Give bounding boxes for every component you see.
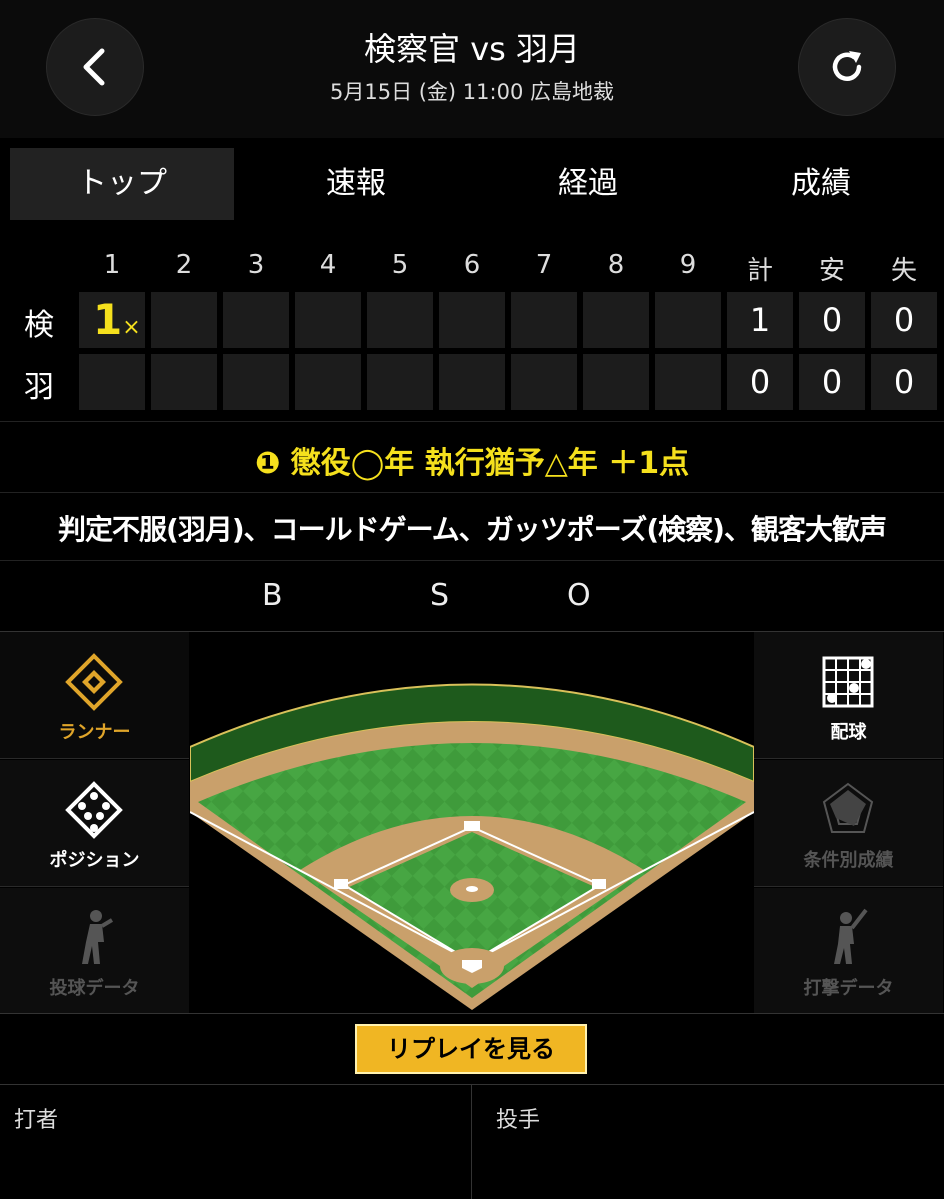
position-diamond-icon [65, 781, 123, 839]
tab-progress[interactable]: 経過 [478, 148, 698, 220]
inning-score [295, 292, 361, 348]
total-runs-header: 計 [746, 256, 773, 286]
tab-live[interactable]: 速報 [244, 148, 468, 220]
inning-header: 9 [679, 250, 697, 280]
errors-header: 失 [890, 256, 917, 286]
play-result: ❶ 懲役◯年 執行猶予△年 ＋1点 [0, 438, 944, 482]
inning-score [511, 354, 577, 410]
runner-button[interactable]: ランナー [0, 632, 189, 759]
total-runs: 0 [727, 354, 793, 410]
batter-silhouette-icon [834, 908, 868, 964]
inning-score [295, 354, 361, 410]
divider [471, 1084, 472, 1199]
total-hits: 0 [799, 354, 865, 410]
inning-header: 6 [463, 250, 481, 280]
result-text: 懲役◯年 執行猶予△年 ＋1点 [290, 446, 690, 481]
pitch-chart-button[interactable]: 配球 [754, 632, 943, 759]
count-row [0, 561, 944, 632]
inning-score [511, 292, 577, 348]
inning-score [223, 292, 289, 348]
inning-score [367, 292, 433, 348]
pitch-chart-label: 配球 [830, 722, 867, 743]
split-stats-button[interactable]: 条件別成績 [754, 760, 943, 887]
pitcher-silhouette-icon [82, 910, 114, 964]
team-name: 検 [24, 308, 54, 343]
inning-header: 5 [391, 250, 409, 280]
position-label: ポジション [49, 850, 140, 871]
inning-header: 1 [103, 250, 121, 280]
baseball-field [190, 632, 754, 1012]
total-runs: 1 [727, 292, 793, 348]
runner-label: ランナー [58, 722, 131, 743]
total-hits: 0 [799, 292, 865, 348]
inning-header: 8 [607, 250, 625, 280]
inning-header: 2 [175, 250, 193, 280]
game-datetime: 5月15日 (金) 11:00 広島地裁 [329, 80, 614, 104]
inning-score [439, 354, 505, 410]
batter-label: 打者 [14, 1108, 59, 1133]
inning-header: 3 [247, 250, 265, 280]
watch-replay-button[interactable]: リプレイを見る [355, 1024, 587, 1074]
walkoff-mark: × [122, 315, 141, 340]
result-badge: ❶ [254, 446, 281, 481]
play-detail: 判定不服(羽月)、コールドゲーム、ガッツポーズ(検察)、観客大歓声 [58, 513, 887, 546]
inning-score [439, 292, 505, 348]
inning-score [151, 354, 217, 410]
radar-chart-icon [822, 782, 874, 833]
position-button[interactable]: ポジション [0, 760, 189, 887]
pitching-data-label: 投球データ [49, 978, 140, 999]
inning-score [151, 292, 217, 348]
batting-data-button[interactable]: 打撃データ [754, 888, 943, 1015]
inning-score [367, 354, 433, 410]
strike-count-label: S [430, 578, 450, 613]
ball-count-label: B [262, 578, 283, 613]
game-title: 検察官 vs 羽月 [364, 30, 580, 68]
inning-score [655, 354, 721, 410]
total-errors: 0 [871, 292, 937, 348]
inning-score-value: 1 [93, 295, 123, 344]
pitcher-label: 投手 [496, 1108, 541, 1133]
tab-bar: トップ 速報 経過 成績 [0, 138, 944, 230]
out-count-label: O [567, 578, 591, 613]
inning-score: 1× [79, 292, 145, 348]
inning-score [655, 292, 721, 348]
team-name: 羽 [24, 370, 54, 405]
tab-top[interactable]: トップ [10, 148, 234, 220]
tab-stats[interactable]: 成績 [708, 148, 934, 220]
hits-header: 安 [818, 256, 845, 286]
pitching-data-button[interactable]: 投球データ [0, 888, 189, 1015]
inning-score [79, 354, 145, 410]
inning-score [223, 354, 289, 410]
runner-diamond-icon [65, 653, 123, 711]
inning-score [583, 292, 649, 348]
inning-header: 7 [535, 250, 553, 280]
split-stats-label: 条件別成績 [803, 850, 894, 871]
batting-data-label: 打撃データ [803, 978, 894, 999]
pitch-grid-icon [822, 656, 874, 708]
total-errors: 0 [871, 354, 937, 410]
inning-header: 4 [319, 250, 337, 280]
inning-score [583, 354, 649, 410]
